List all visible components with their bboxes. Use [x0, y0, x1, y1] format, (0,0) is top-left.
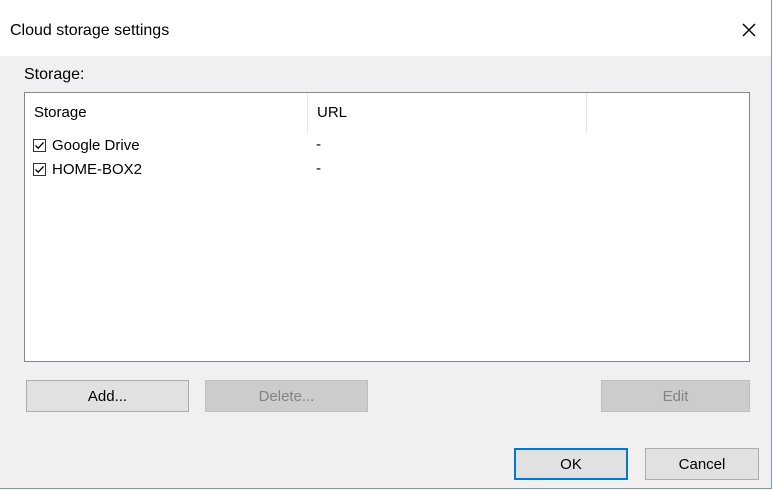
ok-button[interactable]: OK: [514, 448, 628, 480]
storage-label: Storage:: [24, 66, 85, 83]
add-button[interactable]: Add...: [26, 380, 189, 412]
storage-url: -: [316, 160, 321, 177]
list-header: Storage URL: [25, 93, 749, 133]
cloud-storage-settings-dialog: Cloud storage settings Storage: Storage …: [0, 0, 772, 489]
storage-url: -: [316, 136, 321, 153]
column-header-empty[interactable]: [587, 93, 749, 133]
home-box2-checkbox[interactable]: [33, 162, 46, 176]
delete-button[interactable]: Delete...: [205, 380, 368, 412]
title-bar: Cloud storage settings: [0, 0, 771, 56]
dialog-title: Cloud storage settings: [10, 22, 170, 39]
list-item[interactable]: HOME-BOX2 -: [25, 157, 749, 181]
close-icon: [742, 23, 756, 37]
storage-cell: Google Drive: [33, 133, 140, 157]
checkmark-icon: [35, 165, 44, 173]
storage-list[interactable]: Storage URL Google Drive - HOME-BOX2 -: [24, 92, 750, 362]
list-item[interactable]: Google Drive -: [25, 133, 749, 157]
column-header-url[interactable]: URL: [308, 93, 587, 133]
close-button[interactable]: [731, 12, 767, 48]
storage-name: Google Drive: [52, 136, 140, 154]
column-header-storage[interactable]: Storage: [25, 93, 308, 133]
checkmark-icon: [35, 141, 44, 149]
storage-name: HOME-BOX2: [52, 160, 143, 178]
storage-cell: HOME-BOX2: [33, 157, 142, 181]
google-drive-checkbox[interactable]: [33, 138, 46, 152]
edit-button[interactable]: Edit: [601, 380, 750, 412]
cancel-button[interactable]: Cancel: [645, 448, 759, 480]
